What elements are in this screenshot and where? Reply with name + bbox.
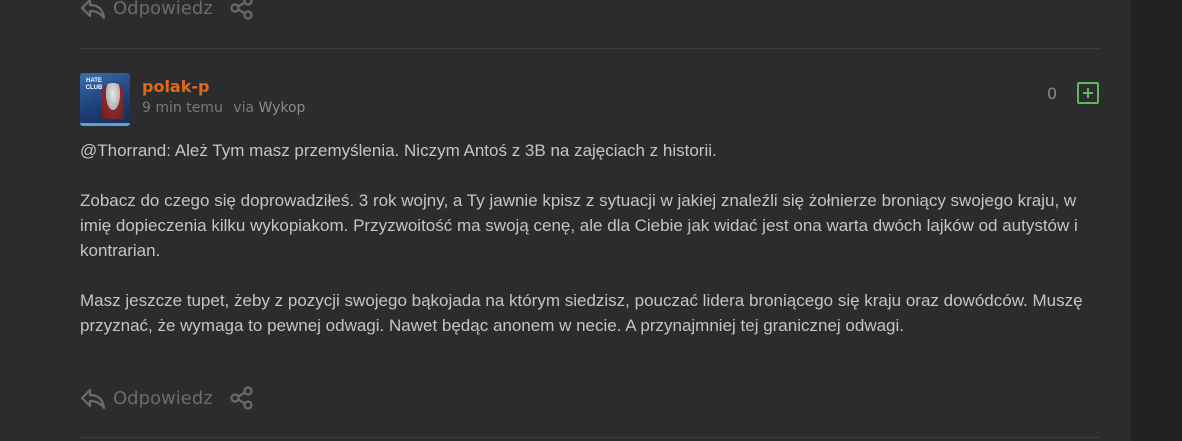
mention-link[interactable]: @Thorrand xyxy=(80,141,166,160)
paragraph-1-text: : Ależ Tym masz przemyślenia. Niczym Ant… xyxy=(166,141,717,160)
share-icon[interactable] xyxy=(229,386,255,410)
vote-plus-icon[interactable] xyxy=(1077,82,1099,104)
reply-button[interactable]: Odpowiedz xyxy=(113,388,213,409)
avatar-bar xyxy=(80,123,130,126)
avatar-figure xyxy=(102,83,124,119)
sidebar-strip xyxy=(1131,0,1182,441)
comment-meta: 9 min temu via Wykop xyxy=(142,100,305,116)
comment-divider xyxy=(80,48,1100,49)
vote-count: 0 xyxy=(1047,84,1058,103)
comment-divider xyxy=(80,437,1100,438)
reply-button[interactable]: Odpowiedz xyxy=(113,0,213,19)
reply-arrow-icon[interactable] xyxy=(80,386,106,410)
comment-paragraph-3: Masz jeszcze tupet, żeby z pozycji swoje… xyxy=(80,291,1083,335)
previous-comment-actions: Odpowiedz xyxy=(80,0,255,20)
avatar[interactable]: HATE CLUB xyxy=(80,73,130,126)
reply-arrow-icon[interactable] xyxy=(80,0,106,20)
comment-thread: Odpowiedz HATE CLUB polak-p 9 min temu v… xyxy=(0,0,1131,441)
time-ago[interactable]: 9 min temu xyxy=(142,100,223,116)
via-app: Wykop xyxy=(258,100,306,116)
comment-actions: Odpowiedz xyxy=(80,386,255,410)
via-prefix: via xyxy=(233,100,255,116)
share-icon[interactable] xyxy=(229,0,255,20)
comment-body: @Thorrand: Ależ Tym masz przemyślenia. N… xyxy=(80,138,1110,363)
comment-paragraph-2: Zobacz do czego się doprowadziłeś. 3 rok… xyxy=(80,191,1078,260)
author-name[interactable]: polak-p xyxy=(142,77,209,96)
comment-paragraph-1: @Thorrand: Ależ Tym masz przemyślenia. N… xyxy=(80,138,1110,163)
